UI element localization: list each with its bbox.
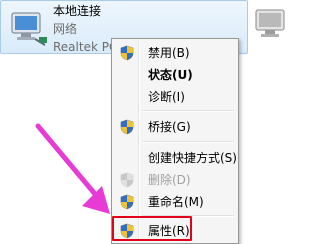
menu-item-rename[interactable]: 重命名(M) <box>114 191 236 213</box>
menu-separator <box>142 141 234 143</box>
menu-item-bridge[interactable]: 桥接(G) <box>114 116 236 138</box>
menu-item-status[interactable]: 状态(U) <box>114 64 236 86</box>
connection-name: 本地连接 <box>53 4 102 18</box>
context-menu: 禁用(B) 状态(U) 诊断(I) 桥接(G) 创建快捷方式(S) 删除(D) <box>111 38 239 244</box>
uac-shield-icon <box>120 172 134 188</box>
menu-item-diagnose[interactable]: 诊断(I) <box>114 86 236 108</box>
network-adapter-icon[interactable] <box>253 6 291 46</box>
menu-item-disable[interactable]: 禁用(B) <box>114 42 236 64</box>
uac-shield-icon <box>120 119 134 135</box>
pointer-arrow-icon <box>35 123 110 214</box>
menu-separator <box>142 110 234 112</box>
properties-highlight <box>112 216 192 241</box>
network-adapter-icon <box>11 12 47 46</box>
menu-item-create-shortcut[interactable]: 创建快捷方式(S) <box>114 147 237 169</box>
uac-shield-icon <box>120 194 134 210</box>
connection-status: 网络 <box>53 22 78 36</box>
menu-item-delete[interactable]: 删除(D) <box>114 169 236 191</box>
uac-shield-icon <box>120 45 134 61</box>
